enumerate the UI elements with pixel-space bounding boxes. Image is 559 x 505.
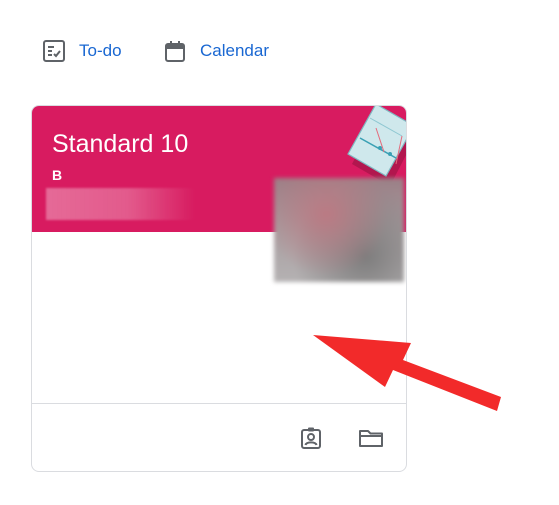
calendar-label: Calendar [200,41,269,60]
folder-icon [359,430,383,447]
todo-link[interactable]: To-do [42,39,122,63]
class-card[interactable]: Standard 10 B [31,105,407,472]
class-section: B [52,167,63,183]
calendar-link[interactable]: Calendar [163,39,269,63]
your-work-button[interactable] [297,424,325,452]
assignment-ind-icon [301,427,321,449]
todo-icon [43,40,65,62]
redacted-avatar [274,178,404,282]
page: To-do Calendar Standard 10 B [0,0,559,505]
open-folder-button[interactable] [357,424,385,452]
redacted-teacher-name [46,188,196,220]
todo-label: To-do [79,41,122,60]
class-title[interactable]: Standard 10 [52,130,188,159]
annotation-arrow [313,335,501,411]
calendar-icon [165,41,185,62]
